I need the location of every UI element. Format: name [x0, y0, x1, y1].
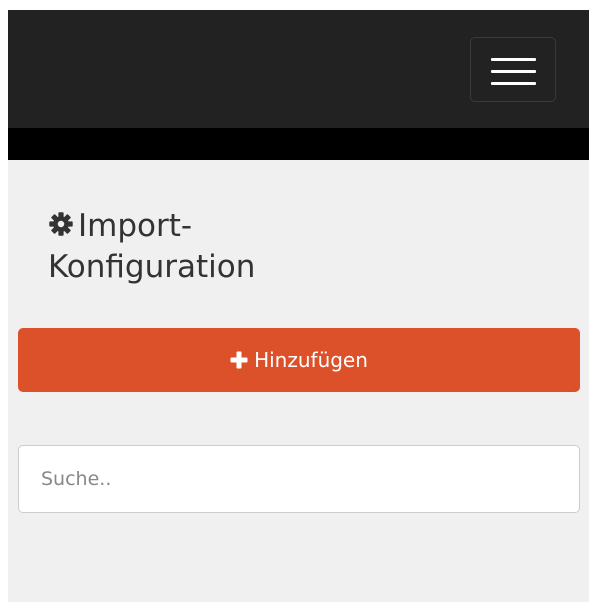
- page-title: Import-Konfiguration: [48, 206, 368, 288]
- hamburger-menu-icon: [491, 70, 536, 73]
- hamburger-menu-icon: [491, 82, 536, 85]
- page-title-text: Import-Konfiguration: [48, 208, 256, 285]
- hamburger-menu-icon: [491, 58, 536, 61]
- app-frame: Import-Konfiguration Hinzufügen: [8, 10, 589, 602]
- gear-icon: [49, 212, 73, 236]
- add-button[interactable]: Hinzufügen: [18, 328, 580, 392]
- navbar-toggle-button[interactable]: [470, 37, 556, 102]
- top-navbar: [8, 10, 589, 128]
- search-input[interactable]: [18, 445, 580, 513]
- add-button-label: Hinzufügen: [254, 348, 368, 372]
- plus-icon: [230, 351, 248, 369]
- navbar-bottom-band: [8, 128, 589, 160]
